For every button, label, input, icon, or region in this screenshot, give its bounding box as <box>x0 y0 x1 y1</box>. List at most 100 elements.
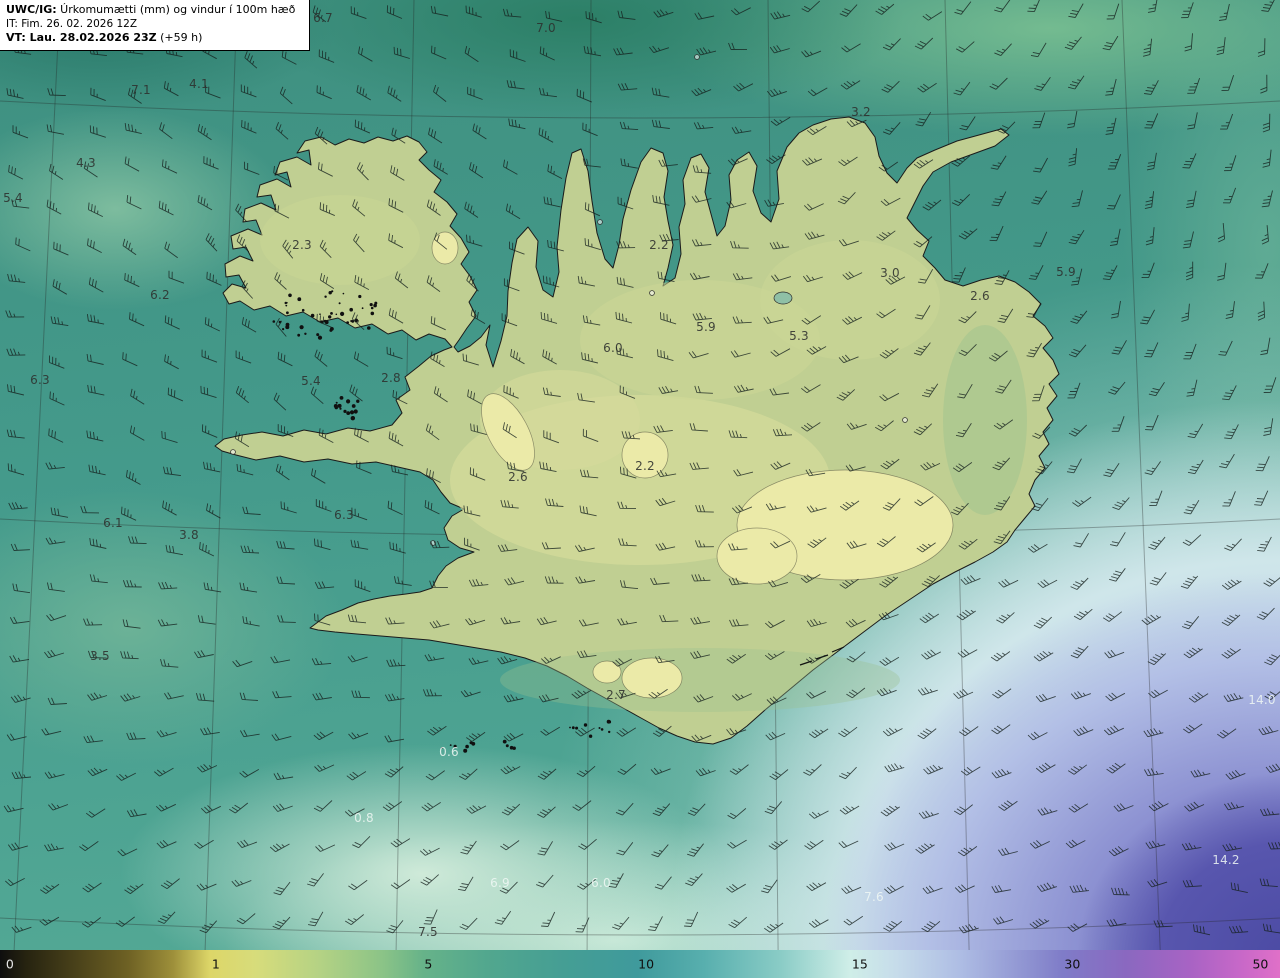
map-label: 14.0 <box>1248 693 1276 707</box>
wind-barb <box>87 202 103 218</box>
wind-barb <box>1068 803 1089 813</box>
wind-barb <box>958 228 978 240</box>
wind-barb <box>426 468 441 483</box>
wind-barb <box>618 538 637 547</box>
wind-barb <box>691 574 711 582</box>
map-label: 6.1 <box>103 516 123 530</box>
wind-barb <box>430 316 446 331</box>
wind-barb <box>653 9 674 18</box>
wind-barb <box>1144 113 1159 129</box>
wind-barb <box>1144 342 1159 358</box>
wind-barb <box>994 270 1010 285</box>
wind-barb <box>876 687 897 697</box>
wind-barb <box>389 541 406 554</box>
wind-barb <box>308 911 324 927</box>
wind-barb <box>426 199 441 216</box>
wind-barb <box>310 386 324 405</box>
wind-barb <box>578 838 597 850</box>
wind-barb <box>684 911 699 927</box>
wind-barb <box>1106 3 1120 20</box>
wind-barb <box>1261 0 1275 12</box>
wind-barb <box>348 879 368 891</box>
wind-barb <box>240 729 260 738</box>
wind-barb <box>1026 302 1042 318</box>
wind-barb <box>839 500 860 511</box>
wind-barb <box>159 122 173 140</box>
wind-barb <box>1069 884 1089 893</box>
wind-barb <box>429 620 450 629</box>
wind-barb <box>991 191 1007 207</box>
wind-barb <box>770 461 791 470</box>
weather-map: 6.7 7.0 7.1 4.1 3.2 4.3 5.4 2.3 2.2 3.0 5.9 2.6 6.2 5… <box>0 0 1280 950</box>
map-label: 7.6 <box>864 890 884 904</box>
map-label: 6.7 <box>313 11 333 25</box>
wind-barb <box>917 82 937 93</box>
wind-barb <box>9 616 30 624</box>
valid-time-offset: (+59 h) <box>156 31 203 45</box>
wind-barb <box>276 576 296 585</box>
weather-chart: 6.7 7.0 7.1 4.1 3.2 4.3 5.4 2.3 2.2 3.0 5.9 2.6 6.2 5… <box>0 0 1280 978</box>
wind-barb <box>579 469 599 479</box>
wind-barb <box>270 655 291 664</box>
wind-barb <box>1065 839 1086 849</box>
wind-barb <box>957 383 973 399</box>
wind-barb <box>685 873 703 887</box>
wind-barb <box>384 693 405 702</box>
wind-barb <box>1262 113 1271 133</box>
wind-barb <box>393 46 410 59</box>
wind-barb <box>241 119 257 134</box>
wind-barb <box>612 916 630 930</box>
wind-barb <box>652 803 671 817</box>
wind-barb <box>654 876 672 890</box>
wind-barb <box>503 732 524 742</box>
wind-barb <box>950 502 969 516</box>
wind-barb <box>1144 191 1155 210</box>
map-label: 3.8 <box>179 528 199 542</box>
wind-barb <box>1073 608 1093 620</box>
wind-barb <box>917 687 938 696</box>
wind-barb <box>195 692 215 702</box>
wind-barb <box>617 10 636 20</box>
wind-barb <box>1224 538 1242 552</box>
wind-barb <box>508 118 526 130</box>
wind-barb <box>277 615 296 623</box>
wind-barb <box>425 770 445 781</box>
wind-barb <box>538 127 554 143</box>
wind-barb <box>460 840 477 855</box>
wind-barb <box>236 234 250 253</box>
wind-barb <box>1102 611 1123 622</box>
wind-barb <box>913 159 934 169</box>
wind-barb <box>650 767 671 776</box>
wind-barb <box>273 165 289 181</box>
wind-barb <box>1028 264 1044 280</box>
wind-barb <box>922 11 943 21</box>
wind-barb <box>1070 310 1088 324</box>
wind-barb <box>1187 423 1204 439</box>
wind-barb <box>990 651 1011 662</box>
wind-barb <box>990 155 1007 170</box>
title-line: UWC/IG: Úrkomumætti (mm) og vindur í 100… <box>6 3 302 18</box>
wind-barb <box>354 275 370 290</box>
wind-barb <box>1032 385 1045 402</box>
wind-barb <box>393 576 412 586</box>
wind-barb <box>275 463 290 481</box>
colorbar-tick-label: 50 <box>1252 956 1269 972</box>
wind-barb <box>804 231 825 240</box>
wind-barb <box>1193 924 1211 936</box>
wind-barb <box>124 273 140 288</box>
wind-barb <box>1147 653 1167 666</box>
wind-barb <box>1221 648 1241 659</box>
wind-barb <box>122 238 137 256</box>
wind-barb <box>841 885 862 894</box>
wind-barb <box>658 159 678 167</box>
wind-barb <box>1103 462 1120 478</box>
wind-barb <box>1070 577 1089 590</box>
wind-barb <box>693 122 714 130</box>
wind-barb <box>992 688 1012 699</box>
wind-barb <box>1109 568 1126 582</box>
wind-barb <box>733 384 754 393</box>
wind-barb <box>842 316 863 325</box>
wind-barb <box>727 158 748 166</box>
wind-barb <box>1267 841 1280 850</box>
wind-barb <box>658 385 679 394</box>
